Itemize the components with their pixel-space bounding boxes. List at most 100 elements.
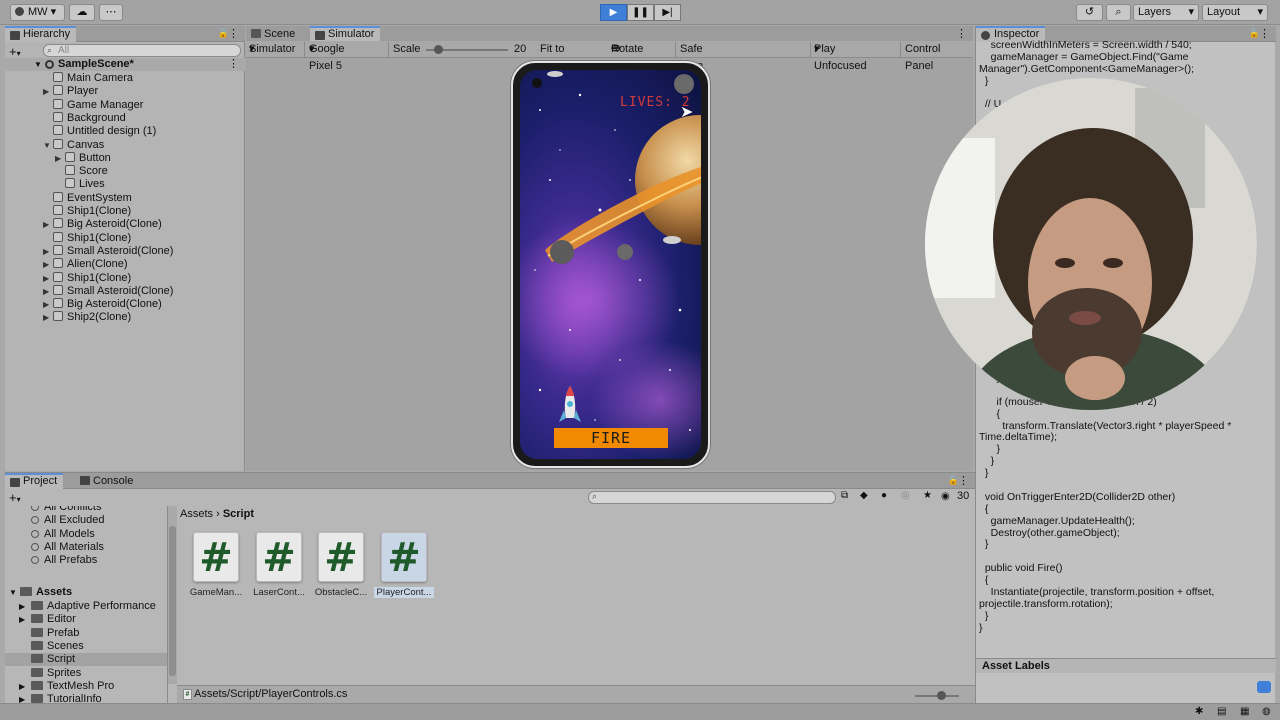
step-button[interactable]: ▶|	[654, 4, 681, 21]
hierarchy-item[interactable]: Lives	[55, 178, 105, 191]
package-icon[interactable]: ◎	[901, 490, 910, 501]
hierarchy-item[interactable]: Ship1(Clone)	[43, 205, 131, 218]
play-button[interactable]: ▶	[600, 4, 627, 21]
script-asset[interactable]: # ObstacleC...	[311, 532, 371, 598]
tab-simulator[interactable]: Simulator	[310, 26, 381, 42]
hierarchy-item[interactable]: ▶ Big Asteroid(Clone)	[43, 218, 162, 231]
scale-slider-handle[interactable]	[434, 45, 443, 54]
collab-button[interactable]: ⋯	[99, 4, 123, 21]
hierarchy-item[interactable]: ▶ Small Asteroid(Clone)	[43, 244, 173, 258]
favorite-item[interactable]: All Models	[31, 528, 95, 541]
create-asset-button[interactable]: +▾	[9, 490, 21, 505]
cloud-button[interactable]: ☁	[69, 4, 95, 21]
hierarchy-item[interactable]: ▶ Player	[43, 85, 98, 98]
favorite-item[interactable]: All Excluded	[31, 514, 105, 527]
chevron-right-icon[interactable]: ▶	[43, 258, 53, 271]
kebab-menu-icon[interactable]: ⋮	[956, 27, 967, 40]
kebab-menu-icon[interactable]: ⋮	[228, 58, 239, 71]
hierarchy-item[interactable]: ▶ Ship1(Clone)	[43, 271, 131, 285]
asset-labels-header[interactable]: Asset Labels	[976, 658, 1276, 673]
add-object-button[interactable]: +▾	[9, 44, 21, 59]
tree-scrollbar[interactable]	[168, 506, 177, 684]
account-dropdown[interactable]: MW ▾	[10, 4, 65, 21]
chevron-right-icon[interactable]: ▶	[19, 680, 31, 693]
script-asset[interactable]: # GameMan...	[186, 532, 246, 598]
chevron-right-icon[interactable]: ▶	[43, 285, 53, 298]
tab-project[interactable]: Project	[5, 473, 64, 489]
visibility-icon[interactable]: ◉	[941, 491, 950, 502]
device-dropdown[interactable]: Google Pixel 5 ▾	[309, 41, 344, 72]
search-button[interactable]: ⌕	[1106, 4, 1131, 21]
hierarchy-item[interactable]: Untitled design (1)	[43, 125, 156, 138]
game-screen[interactable]: LIVES: 2 FIRE	[520, 70, 701, 459]
layers-dropdown[interactable]: Layers ▾	[1133, 4, 1199, 21]
simulator-mode-dropdown[interactable]: Simulator ▾	[249, 41, 295, 58]
favorite-star-icon[interactable]: ★	[923, 490, 932, 501]
breadcrumb-script[interactable]: Script	[223, 508, 254, 520]
folder-item[interactable]: ▶ TextMesh Pro	[5, 680, 167, 693]
chevron-right-icon[interactable]: ▶	[43, 311, 53, 324]
kebab-menu-icon[interactable]: ⋮	[1259, 27, 1270, 40]
bug-icon[interactable]: ✱	[1195, 706, 1203, 717]
scene-row[interactable]: ▼ SampleScene* ⋮	[5, 58, 245, 71]
network-icon[interactable]: ▤	[1217, 706, 1226, 717]
chevron-right-icon[interactable]: ▶	[43, 218, 53, 231]
chevron-down-icon[interactable]: ▼	[43, 139, 53, 152]
history-button[interactable]: ↺	[1076, 4, 1103, 21]
layout-dropdown[interactable]: Layout ▾	[1202, 4, 1268, 21]
play-unfocused-dropdown[interactable]: Play Unfocused ▾	[814, 41, 867, 72]
folder-item[interactable]: ▶ Adaptive Performance	[5, 600, 167, 613]
tree-scrollbar-thumb[interactable]	[169, 526, 176, 676]
project-search-input[interactable]: ⌕	[588, 491, 836, 504]
tag-icon[interactable]: ●	[881, 490, 887, 501]
build-icon[interactable]: ▦	[1240, 706, 1249, 717]
folder-item[interactable]: ▶ Editor	[5, 613, 167, 626]
hierarchy-item[interactable]: Main Camera	[43, 72, 133, 85]
favorite-item[interactable]: All Prefabs	[31, 554, 97, 567]
folder-item[interactable]: Scenes	[5, 640, 167, 653]
tab-hierarchy[interactable]: Hierarchy	[5, 26, 77, 42]
favorite-item[interactable]: All Conflicts	[31, 506, 101, 514]
hierarchy-item[interactable]: ▶ Alien(Clone)	[43, 258, 128, 271]
tag-icon[interactable]	[1257, 681, 1271, 693]
hierarchy-item[interactable]: EventSystem	[43, 191, 132, 205]
search-by-label-icon[interactable]: ◆	[860, 490, 868, 501]
script-asset[interactable]: # PlayerCont...	[374, 532, 434, 598]
folder-item[interactable]: Script	[5, 653, 167, 667]
breadcrumb-assets[interactable]: Assets	[180, 508, 213, 520]
chevron-right-icon[interactable]: ▶	[43, 85, 53, 98]
hierarchy-item[interactable]: ▶ Button	[55, 151, 111, 165]
chevron-right-icon[interactable]: ▶	[19, 613, 31, 626]
kebab-menu-icon[interactable]: ⋮	[228, 27, 239, 40]
hierarchy-item[interactable]: Ship1(Clone)	[43, 231, 131, 245]
chevron-right-icon[interactable]: ▶	[55, 152, 65, 165]
hierarchy-item[interactable]: ▶ Ship2(Clone)	[43, 311, 131, 324]
hierarchy-item[interactable]: Score	[55, 165, 108, 178]
hierarchy-item-label: Lives	[79, 178, 105, 191]
tab-simulator-label: Simulator	[328, 28, 375, 40]
kebab-menu-icon[interactable]: ⋮	[958, 474, 969, 487]
chevron-right-icon[interactable]: ▶	[43, 245, 53, 258]
hierarchy-item[interactable]: ▼ Canvas	[43, 138, 104, 152]
chevron-right-icon[interactable]: ▶	[43, 272, 53, 285]
fire-button[interactable]: FIRE	[554, 428, 668, 448]
hierarchy-item[interactable]: Game Manager	[43, 98, 143, 112]
icon-size-slider-handle[interactable]	[937, 691, 946, 700]
hierarchy-search-input[interactable]: ⌕ All	[43, 44, 241, 57]
search-by-type-icon[interactable]: ⧉	[841, 490, 848, 501]
folder-item[interactable]: Sprites	[5, 667, 167, 680]
tab-console[interactable]: Console	[75, 473, 139, 489]
hierarchy-item[interactable]: ▶ Big Asteroid(Clone)	[43, 298, 162, 311]
hierarchy-item[interactable]: ▶ Small Asteroid(Clone)	[43, 284, 173, 298]
progress-icon[interactable]: ◍	[1262, 706, 1271, 717]
script-asset[interactable]: # LaserCont...	[249, 532, 309, 598]
editor-status-bar: ✱ ▤ ▦ ◍	[0, 703, 1280, 720]
chevron-right-icon[interactable]: ▶	[43, 298, 53, 311]
hierarchy-item[interactable]: Background	[43, 111, 126, 125]
chevron-right-icon[interactable]: ▶	[19, 600, 31, 613]
pause-button[interactable]: ❚❚	[627, 4, 654, 21]
favorite-item[interactable]: All Materials	[31, 541, 104, 554]
tab-scene[interactable]: Scene	[246, 26, 301, 42]
folder-item[interactable]: Prefab	[5, 627, 167, 640]
assets-root-row[interactable]: ▼ Assets	[9, 586, 167, 599]
